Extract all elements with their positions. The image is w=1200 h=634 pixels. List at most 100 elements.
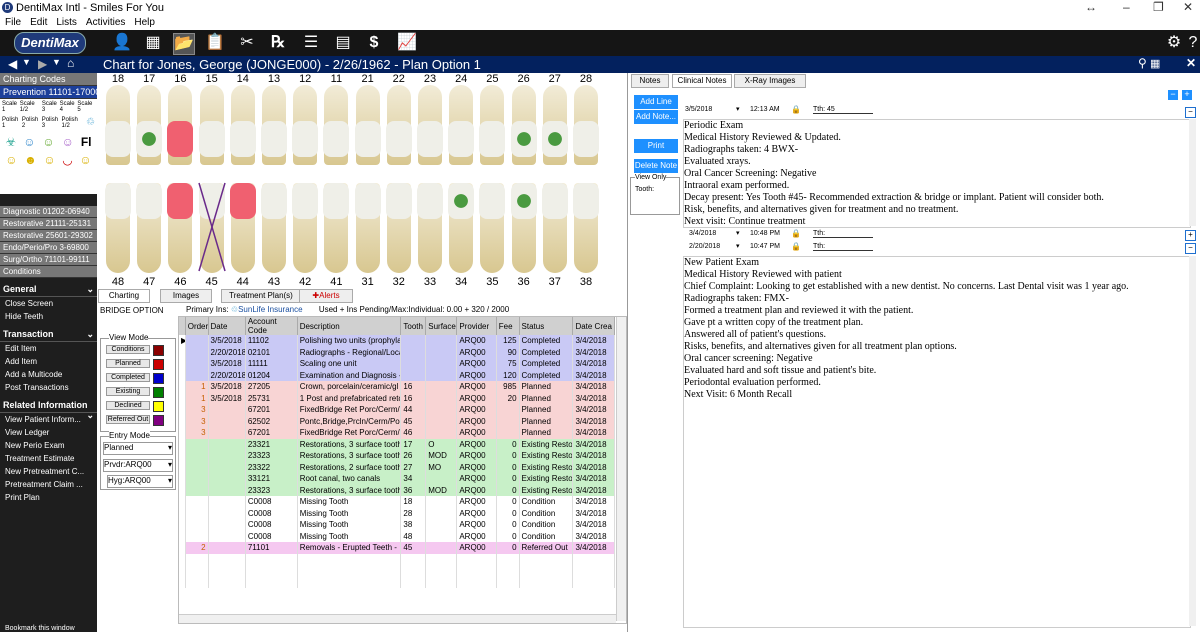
menu-help[interactable]: Help [134,17,155,28]
tab-charting[interactable]: Charting [98,289,150,303]
smile-green-icon[interactable]: ☺ [42,135,54,149]
tab-alerts[interactable]: ✚Alerts [299,289,353,303]
hide-teeth-link[interactable]: Hide Teeth [0,310,97,323]
category-restorative-1[interactable]: Restorative 21111-25131 [0,218,97,230]
smile-happy-icon[interactable]: ☻ [24,153,37,167]
smile-yellow-icon[interactable]: ☺ [5,153,17,167]
collapse-note-button[interactable]: − [1185,107,1196,118]
collapse-all-button[interactable]: − [1168,90,1178,100]
close-screen-link[interactable]: Close Screen [0,297,97,310]
restore-arrows-icon[interactable]: ↔ [1085,0,1097,14]
tooth-crown[interactable] [448,183,475,219]
mouth-icon[interactable]: ◡ [62,153,72,167]
insurance-name-link[interactable]: SunLife Insurance [238,305,303,314]
tooth-number[interactable]: 17 [134,73,164,85]
table-row[interactable]: 2 71101 Removals - Erupted Teeth -45 ARQ00 0… [179,542,615,554]
tooth-number[interactable]: 22 [384,73,414,85]
tooth-crown[interactable] [136,183,163,219]
maximize-button[interactable]: ❐ [1153,0,1164,14]
tooth-number[interactable]: 41 [321,276,351,288]
collapse-chevron-icon[interactable]: ⌄ [86,284,94,295]
treatment-estimate-link[interactable]: Treatment Estimate [0,452,97,465]
tooth-number[interactable]: 48 [103,276,133,288]
view-conditions-button[interactable]: Conditions [106,345,150,354]
header-tooth[interactable]: Tooth [400,317,427,335]
fluoride-code[interactable]: Fl [81,135,92,149]
note-time-field[interactable]: 10:48 PM [750,230,780,237]
tooth-crown[interactable] [198,121,225,157]
tooth-number[interactable]: 12 [290,73,320,85]
category-restorative-2[interactable]: Restorative 25601-29302 [0,230,97,242]
delete-note-button[interactable]: Delete Note [634,159,678,173]
tooth-crown[interactable] [261,183,287,219]
smile-blue-icon[interactable]: ☺ [23,135,35,149]
edit-item-link[interactable]: Edit Item [0,342,97,355]
tooth-number[interactable]: 42 [290,276,320,288]
chevron-down-icon[interactable]: ▼ [22,57,31,67]
table-row[interactable]: C0008 Missing Tooth 28 ARQ00 0 Condition 3/4/2… [179,507,615,519]
close-chart-button[interactable]: ✕ [1186,56,1196,70]
referred-color-swatch[interactable] [153,415,164,426]
table-row[interactable]: 2/20/2018 02101 Radiographs - Regional/Loc… [179,346,615,358]
smile-grin-icon[interactable]: ☺ [43,153,55,167]
note-date-field[interactable]: 3/4/2018 [689,230,716,237]
tooth-number[interactable]: 16 [165,73,195,85]
chevron-down-icon[interactable]: ▾ [736,242,740,250]
note-body[interactable]: Periodic Exam Medical History Reviewed & … [683,119,1191,228]
tooth-crown[interactable] [229,121,256,157]
provider-select[interactable]: Prvdr:ARQ00 ▾ [103,459,173,472]
table-horizontal-scrollbar[interactable] [179,614,616,623]
tooth-number[interactable]: 37 [540,276,570,288]
tab-notes[interactable]: Notes [631,74,669,88]
planned-color-swatch[interactable] [153,359,164,370]
menu-lists[interactable]: Lists [56,17,77,28]
tooth-number[interactable]: 36 [509,276,539,288]
chevron-down-icon[interactable]: ▾ [736,229,740,237]
lock-icon[interactable]: 🔒 [791,105,801,114]
add-multicode-link[interactable]: Add a Multicode [0,368,97,381]
tooth-number[interactable]: 27 [540,73,570,85]
header-order[interactable]: Order [185,317,209,335]
lock-icon[interactable]: 🔒 [791,229,801,238]
forward-arrow-icon[interactable]: ▶ [38,57,47,71]
entry-mode-select[interactable]: Planned ▾ [103,442,173,455]
table-row[interactable]: C0008 Missing Tooth 18 ARQ00 0 Condition 3/4/2… [179,496,615,508]
tooth-crown[interactable] [323,183,350,219]
pretreatment-claim-link[interactable]: Pretreatment Claim ... [0,478,97,491]
related-info-section-title[interactable]: Related Information ⌄ [0,398,97,420]
table-row[interactable]: 3 67201 FixedBridge Ret Porc/Cerm/F 46 ARQ00… [179,427,615,439]
tooth-crown[interactable] [261,121,287,157]
tooth-crown[interactable] [385,183,412,219]
tooth-crown[interactable] [479,121,506,157]
table-row[interactable]: 23321 Restorations, 3 surface tooth 17 O ARQ… [179,438,615,450]
tab-clinical-notes[interactable]: Clinical Notes [672,74,732,88]
home-icon[interactable]: ⌂ [67,56,74,70]
patient-icon[interactable]: 👤 [112,33,132,53]
table-row[interactable]: C0008 Missing Tooth 48 ARQ00 0 Condition 3/4/2… [179,530,615,542]
prevention-codes-item[interactable]: Prevention 11101-17000 [0,86,97,99]
tooth-crown[interactable] [136,121,163,157]
header-surface[interactable]: Surface [425,317,458,335]
table-row[interactable]: 3 67201 FixedBridge Ret Porc/Cerm/F 44 ARQ00… [179,404,615,416]
tooth-number[interactable]: 13 [259,73,289,85]
bookmark-link[interactable]: Bookmark this window [0,623,80,634]
general-section-title[interactable]: General ⌄ [0,282,97,297]
polish-2-code[interactable]: Polish 2 [22,117,42,129]
add-line-button[interactable]: Add Line [634,95,678,109]
tooth-number[interactable]: 47 [134,276,164,288]
tooth-crown[interactable] [417,121,443,157]
hygienist-select[interactable]: Hyg:ARQ00 ▾ [107,475,173,488]
expand-all-button[interactable]: + [1182,90,1192,100]
view-planned-button[interactable]: Planned [106,359,150,368]
sealant-icon[interactable]: ☣ [5,135,16,149]
transaction-section-title[interactable]: Transaction ⌄ [0,327,97,342]
table-row[interactable]: 2/20/2018 01204 Examination and Diagnosis … [179,369,615,381]
tooth-crown[interactable] [448,121,475,157]
collapse-chevron-icon[interactable]: ⌄ [86,410,94,421]
view-referred-out-button[interactable]: Referred Out [106,415,150,424]
tooth-crown[interactable] [167,183,194,219]
note-scrollbar[interactable] [1189,119,1196,226]
tooth-number[interactable]: 33 [415,276,445,288]
charting-codes-header[interactable]: Charting Codes [0,73,97,86]
tooth-number[interactable]: 31 [353,276,383,288]
